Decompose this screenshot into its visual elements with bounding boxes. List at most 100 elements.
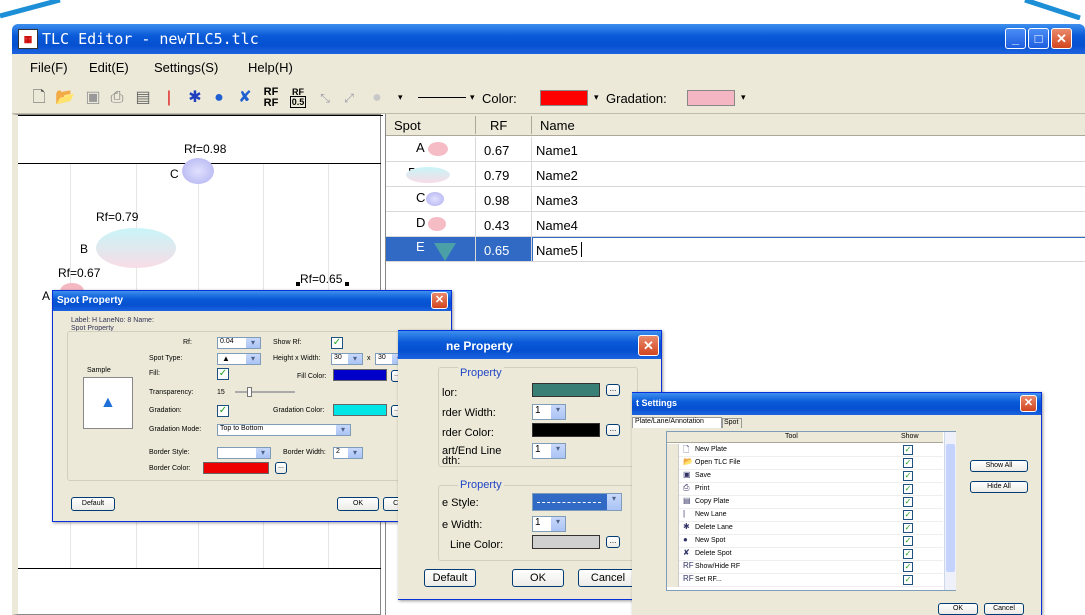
- gradation-checkbox[interactable]: ✓: [217, 405, 229, 417]
- lane-line-color-picker-button[interactable]: ...: [606, 536, 620, 548]
- tool-row-show-checkbox[interactable]: ✓: [903, 471, 913, 481]
- set-rf-icon[interactable]: RF 0.5: [287, 87, 309, 109]
- header-rf[interactable]: RF: [490, 118, 507, 133]
- lane-border-width-select[interactable]: 1 ▾: [532, 404, 566, 420]
- tool-row-show-checkbox[interactable]: ✓: [903, 497, 913, 507]
- lane-border-color-swatch[interactable]: [532, 423, 600, 437]
- menu-edit[interactable]: Edit(E): [89, 60, 129, 75]
- copy-plate-icon[interactable]: ▤: [132, 87, 154, 109]
- tool-row-show-checkbox[interactable]: ✓: [903, 445, 913, 455]
- expand-icon[interactable]: ⤡: [314, 87, 336, 109]
- tool-dialog-close-button[interactable]: ✕: [1020, 395, 1037, 412]
- minimize-button[interactable]: _: [1005, 28, 1026, 49]
- color-dropdown[interactable]: ▾: [594, 92, 599, 103]
- spot-dialog-close-button[interactable]: ✕: [431, 292, 448, 309]
- tool-row-show-checkbox[interactable]: ✓: [903, 575, 913, 585]
- maximize-button[interactable]: □: [1028, 28, 1049, 49]
- tool-row[interactable]: 📂 Open TLC File ✓: [667, 457, 943, 470]
- transparency-slider[interactable]: [235, 387, 295, 397]
- lane-default-button[interactable]: Default: [424, 569, 476, 587]
- table-row[interactable]: E 0.65 Name5: [386, 237, 1085, 262]
- gradation-dropdown[interactable]: ▾: [741, 92, 746, 103]
- header-name[interactable]: Name: [540, 118, 575, 133]
- tool-row-show-checkbox[interactable]: ✓: [903, 458, 913, 468]
- border-width-select[interactable]: 2 ▾: [333, 447, 363, 459]
- header-spot[interactable]: Spot: [394, 118, 421, 133]
- menu-file[interactable]: File(F): [30, 60, 68, 75]
- tool-list-scrollbar[interactable]: [944, 432, 956, 590]
- menu-help[interactable]: Help(H): [248, 60, 293, 75]
- tool-row-show-checkbox[interactable]: ✓: [903, 523, 913, 533]
- gradation-swatch[interactable]: [687, 90, 735, 106]
- spot-c[interactable]: [182, 158, 214, 184]
- tool-row[interactable]: RF Set RF... ✓: [667, 574, 943, 587]
- tool-row[interactable]: ✘ Delete Spot ✓: [667, 548, 943, 561]
- open-folder-icon[interactable]: 📂: [54, 87, 76, 109]
- lane-line-style-select[interactable]: ▾: [532, 493, 622, 511]
- row-name[interactable]: Name2: [536, 168, 578, 183]
- row-name[interactable]: Name4: [536, 218, 578, 233]
- hide-all-button[interactable]: Hide All: [970, 481, 1028, 493]
- tool-row[interactable]: ▣ Save ✓: [667, 470, 943, 483]
- tool-row-show-checkbox[interactable]: ✓: [903, 536, 913, 546]
- tool-row-show-checkbox[interactable]: ✓: [903, 484, 913, 494]
- lane-line-color-swatch[interactable]: [532, 535, 600, 549]
- fill-color-swatch[interactable]: [333, 369, 387, 381]
- show-rf-checkbox[interactable]: ✓: [331, 337, 343, 349]
- row-name[interactable]: Name3: [536, 193, 578, 208]
- menu-settings[interactable]: Settings(S): [154, 60, 218, 75]
- shape-dropdown[interactable]: ▾: [394, 89, 412, 107]
- spot-ok-button[interactable]: OK: [337, 497, 379, 511]
- lane-start-end-width-select[interactable]: 1 ▾: [532, 443, 566, 459]
- tool-row-show-checkbox[interactable]: ✓: [903, 510, 913, 520]
- border-style-select[interactable]: ▾: [217, 447, 271, 459]
- tool-row[interactable]: ⎙ Print ✓: [667, 483, 943, 496]
- tool-tab-spot[interactable]: Spot: [722, 418, 742, 428]
- lane-border-color-picker-button[interactable]: ...: [606, 424, 620, 436]
- lane-dialog-close-button[interactable]: ✕: [638, 335, 659, 356]
- new-spot-icon[interactable]: ●: [208, 87, 230, 109]
- print-icon[interactable]: ⎙: [106, 87, 128, 109]
- lane-ok-button[interactable]: OK: [512, 569, 564, 587]
- lane-color-swatch[interactable]: [532, 383, 600, 397]
- tool-cancel-button[interactable]: Cancel: [984, 603, 1024, 615]
- tool-ok-button[interactable]: OK: [938, 603, 978, 615]
- height-select[interactable]: 30 ▾: [331, 353, 363, 365]
- tool-row[interactable]: 🗋 New Plate ✓: [667, 444, 943, 457]
- spot-b[interactable]: [96, 228, 176, 268]
- show-all-button[interactable]: Show All: [970, 460, 1028, 472]
- shape-circle-icon[interactable]: ●: [366, 87, 388, 109]
- delete-lane-icon[interactable]: ✱: [184, 87, 206, 109]
- color-swatch[interactable]: [540, 90, 588, 106]
- line-style-dropdown[interactable]: ▾: [470, 92, 475, 103]
- row-name[interactable]: Name5: [536, 243, 578, 258]
- border-color-swatch[interactable]: [203, 462, 269, 474]
- collapse-icon[interactable]: ⤢: [338, 87, 360, 109]
- table-row[interactable]: B 0.79 Name2: [386, 162, 1085, 187]
- lane-cancel-button[interactable]: Cancel: [578, 569, 638, 587]
- tool-row[interactable]: RF Show/Hide RF ✓: [667, 561, 943, 574]
- save-icon[interactable]: ▣: [82, 87, 104, 109]
- line-style-sample[interactable]: [418, 97, 466, 98]
- tool-row[interactable]: ✱ Delete Lane ✓: [667, 522, 943, 535]
- spot-type-select[interactable]: ▲ ▾: [217, 353, 261, 365]
- table-row[interactable]: D 0.43 Name4: [386, 212, 1085, 237]
- close-button[interactable]: ✕: [1051, 28, 1072, 49]
- lane-color-picker-button[interactable]: ...: [606, 384, 620, 396]
- row-name[interactable]: Name1: [536, 143, 578, 158]
- border-color-picker-button[interactable]: ...: [275, 462, 287, 474]
- table-row[interactable]: A 0.67 Name1: [386, 137, 1085, 162]
- tool-tab-plate[interactable]: Plate/Lane/Annotation: [632, 417, 722, 428]
- tool-row-show-checkbox[interactable]: ✓: [903, 562, 913, 572]
- table-row[interactable]: C 0.98 Name3: [386, 187, 1085, 212]
- lane-line-width-select[interactable]: 1 ▾: [532, 516, 566, 532]
- gradation-color-swatch[interactable]: [333, 404, 387, 416]
- tool-row[interactable]: | New Lane ✓: [667, 509, 943, 522]
- new-lane-icon[interactable]: |: [158, 87, 180, 109]
- fill-checkbox[interactable]: ✓: [217, 368, 229, 380]
- show-hide-rf-icon[interactable]: RF RF: [260, 87, 282, 109]
- spot-default-button[interactable]: Default: [71, 497, 115, 511]
- delete-spot-icon[interactable]: ✘: [234, 87, 256, 109]
- gradation-mode-select[interactable]: Top to Bottom ▾: [217, 424, 351, 436]
- tool-row[interactable]: ▤ Copy Plate ✓: [667, 496, 943, 509]
